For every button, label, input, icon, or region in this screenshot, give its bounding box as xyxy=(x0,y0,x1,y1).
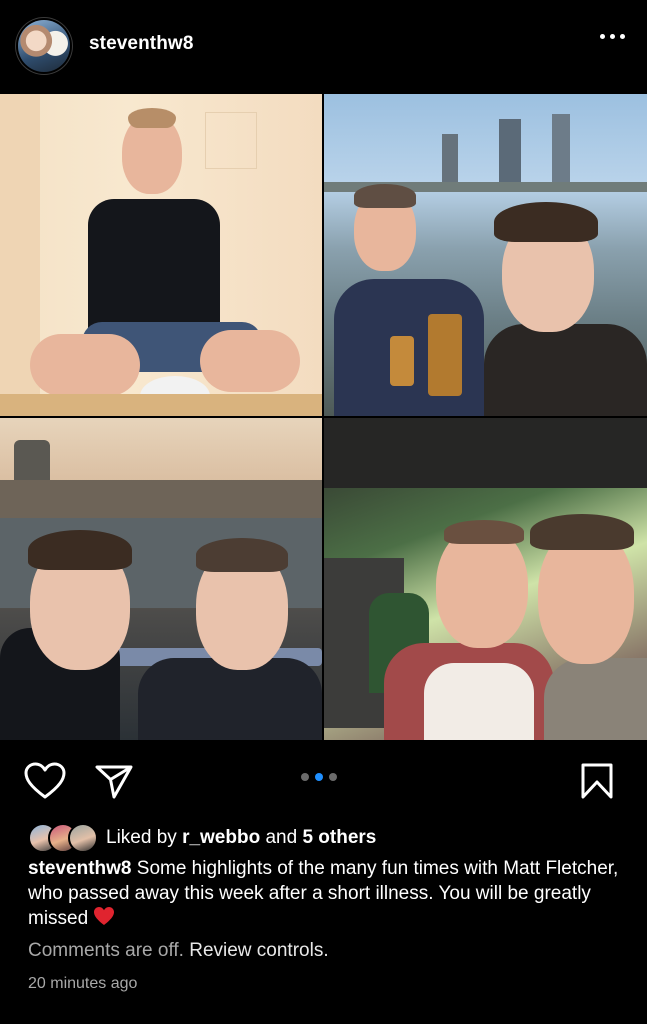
like-heart-icon[interactable] xyxy=(24,762,66,805)
photo-sunset-selfie xyxy=(0,418,322,740)
post-header: steventhw8 xyxy=(0,0,647,94)
carousel-dot-1 xyxy=(301,773,309,781)
carousel-dot-3 xyxy=(329,773,337,781)
post-username[interactable]: steventhw8 xyxy=(89,33,193,55)
likes-others-link[interactable]: 5 others xyxy=(302,827,376,848)
likes-prefix: Liked by xyxy=(106,827,177,848)
post-timestamp: 20 minutes ago xyxy=(28,975,138,992)
likes-summary[interactable]: Liked by r_webbo and 5 others xyxy=(28,823,376,853)
more-icon[interactable] xyxy=(600,34,625,39)
review-controls-link[interactable]: Review controls. xyxy=(189,940,328,961)
liked-by-user-link[interactable]: r_webbo xyxy=(182,827,260,848)
share-icon[interactable] xyxy=(94,764,134,805)
profile-avatar[interactable] xyxy=(18,20,70,72)
comments-status: Comments are off. Review controls. xyxy=(28,940,329,962)
comments-off-text: Comments are off. xyxy=(28,940,184,961)
likes-text: Liked by r_webbo and 5 others xyxy=(106,827,376,849)
liker-avatar xyxy=(68,823,98,853)
carousel-indicator xyxy=(301,773,337,781)
red-heart-emoji xyxy=(93,906,115,933)
carousel-dot-2 xyxy=(315,773,323,781)
caption-username[interactable]: steventhw8 xyxy=(28,858,131,879)
post-image-collage[interactable] xyxy=(0,94,647,740)
post-caption: steventhw8 Some highlights of the many f… xyxy=(28,856,628,933)
likes-joiner: and xyxy=(265,827,298,848)
save-bookmark-icon[interactable] xyxy=(580,762,614,805)
photo-man-seated xyxy=(0,94,322,416)
photo-bar-selfie xyxy=(324,418,647,740)
photo-skyline-selfie xyxy=(324,94,647,416)
